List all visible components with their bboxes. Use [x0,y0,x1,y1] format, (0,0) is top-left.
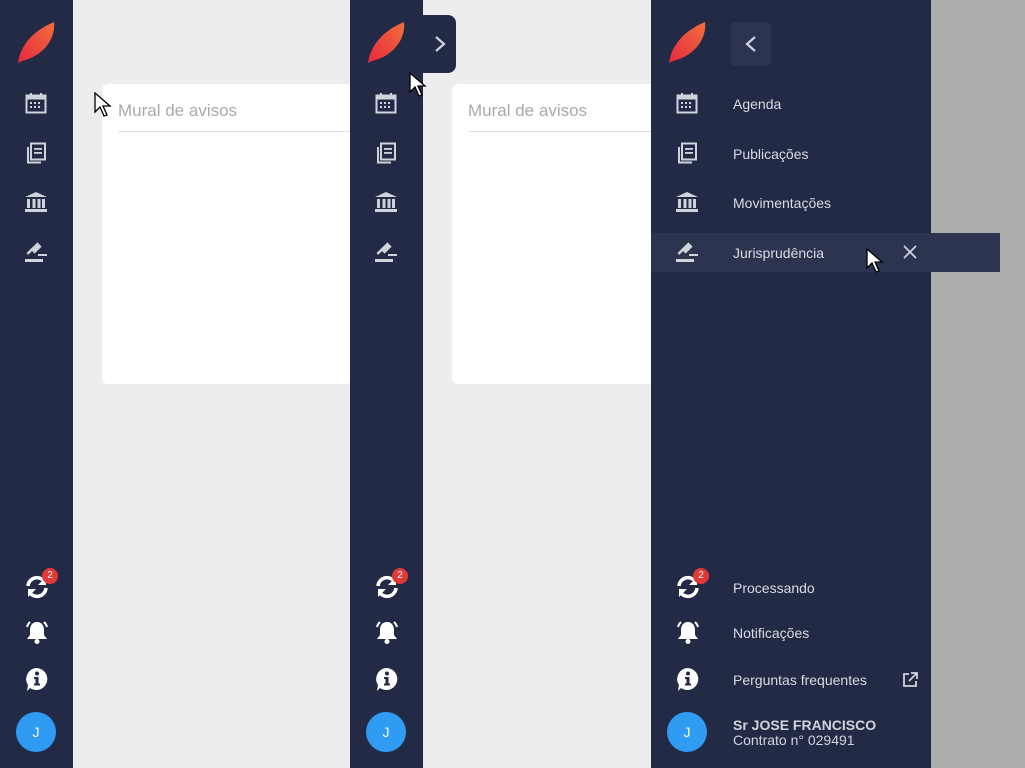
avatar[interactable]: J [667,712,707,752]
nav-item-jurisprudencia[interactable]: Jurisprudência [733,245,824,261]
gavel-icon[interactable] [24,240,48,264]
bank-icon[interactable] [374,190,398,214]
notice-board-divider [468,131,651,132]
close-icon[interactable] [901,243,919,261]
info-icon[interactable] [374,666,400,692]
user-contract: Contrato n° 029491 [733,732,855,748]
sidebar-drawer [724,0,1000,768]
panel-collapsed: Mural de avisos 2 J [0,0,350,768]
nav-item-notificacoes[interactable]: Notificações [733,625,809,641]
publications-icon[interactable] [24,141,48,165]
user-name: Sr JOSE FRANCISCO [733,717,877,733]
sidebar-rail: 2 J [651,0,724,768]
notice-board-card: Mural de avisos [452,84,651,384]
processing-badge: 2 [42,568,58,584]
panel-hover-expand: Mural de avisos 2 J [350,0,651,768]
gavel-icon[interactable] [374,240,398,264]
notice-board-title: Mural de avisos [468,101,588,120]
publications-icon[interactable] [374,141,398,165]
chevron-left-icon [745,36,756,52]
sidebar-rail: 2 J [350,0,423,768]
chevron-right-icon [434,36,446,52]
app-logo[interactable] [14,20,58,64]
nav-item-faq[interactable]: Perguntas frequentes [733,672,867,688]
notice-board-card: Mural de avisos [102,84,350,384]
calendar-icon[interactable] [675,91,699,115]
bell-icon[interactable] [24,619,50,645]
screenshot-stage: Mural de avisos 2 J Mural de avisos 2 J … [0,0,1025,768]
bank-icon[interactable] [675,190,699,214]
app-logo[interactable] [665,20,709,64]
publications-icon[interactable] [675,141,699,165]
bell-icon[interactable] [374,619,400,645]
gavel-icon[interactable] [675,240,699,264]
panel-expanded: 2 J Agenda Publicações Movimentações Jur… [651,0,1025,768]
avatar[interactable]: J [366,712,406,752]
mouse-cursor [866,248,884,273]
calendar-icon[interactable] [374,91,398,115]
mouse-cursor [94,92,112,117]
calendar-icon[interactable] [24,91,48,115]
info-icon[interactable] [24,666,50,692]
bell-icon[interactable] [675,619,701,645]
avatar[interactable]: J [16,712,56,752]
nav-item-processando[interactable]: Processando [733,580,815,596]
nav-item-publicacoes[interactable]: Publicações [733,146,809,162]
notice-board-title: Mural de avisos [118,101,238,120]
sidebar-rail: 2 J [0,0,73,768]
app-logo[interactable] [364,20,408,64]
notice-board-divider [118,131,350,132]
nav-item-agenda[interactable]: Agenda [733,96,781,112]
collapse-sidebar-button[interactable] [731,22,771,66]
expand-sidebar-button[interactable] [423,15,456,73]
bank-icon[interactable] [24,190,48,214]
external-link-icon[interactable] [901,671,919,689]
info-icon[interactable] [675,666,701,692]
processing-badge: 2 [392,568,408,584]
nav-item-movimentacoes[interactable]: Movimentações [733,195,831,211]
mouse-cursor [409,72,427,97]
processing-badge: 2 [693,568,709,584]
